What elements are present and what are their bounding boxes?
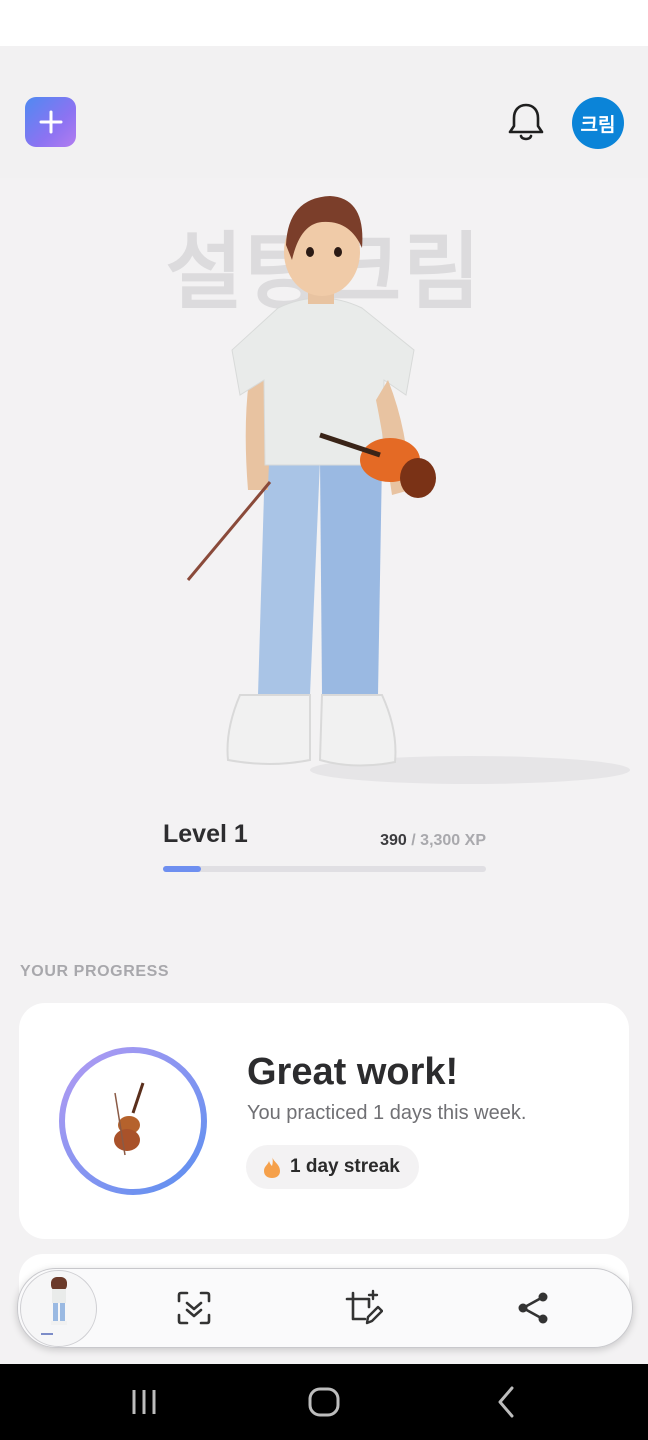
xp-total: / 3,300 XP [406,832,486,849]
violin-icon [114,1082,145,1156]
back-icon[interactable] [488,1384,524,1420]
plus-icon [39,110,62,134]
status-bar [0,0,648,46]
character-avatar[interactable] [170,190,640,790]
share-icon[interactable] [515,1289,553,1327]
progress-title: Great work! [247,1051,459,1093]
scan-text-icon[interactable] [175,1289,213,1327]
progress-card[interactable]: Great work! You practiced 1 days this we… [19,1003,629,1239]
streak-badge: 1 day streak [246,1145,419,1189]
xp-counter: 390 / 3,300 XP [380,832,486,850]
screenshot-toolbar [17,1268,633,1348]
streak-label: 1 day streak [290,1156,400,1177]
edit-crop-icon[interactable] [345,1289,383,1327]
add-button[interactable] [25,97,76,147]
avatar-initials: 크림 [580,113,616,136]
weekly-progress-ring [59,1047,207,1195]
xp-progress-bar [163,866,486,872]
xp-current: 390 [380,832,407,849]
notifications-button[interactable] [505,100,547,144]
bell-icon [508,103,544,141]
flame-icon [264,1156,280,1178]
profile-avatar[interactable]: 크림 [572,97,624,149]
system-navigation-bar [0,1364,648,1440]
screenshot-thumbnail[interactable] [20,1270,97,1347]
section-heading: YOUR PROGRESS [20,963,170,980]
top-bar [0,46,648,178]
thumbnail-image [41,1277,67,1335]
level-label: Level 1 [163,820,248,848]
progress-subtitle: You practiced 1 days this week. [247,1102,527,1124]
xp-progress-fill [163,866,202,872]
home-icon[interactable] [306,1384,342,1420]
recent-apps-icon[interactable] [126,1384,162,1420]
